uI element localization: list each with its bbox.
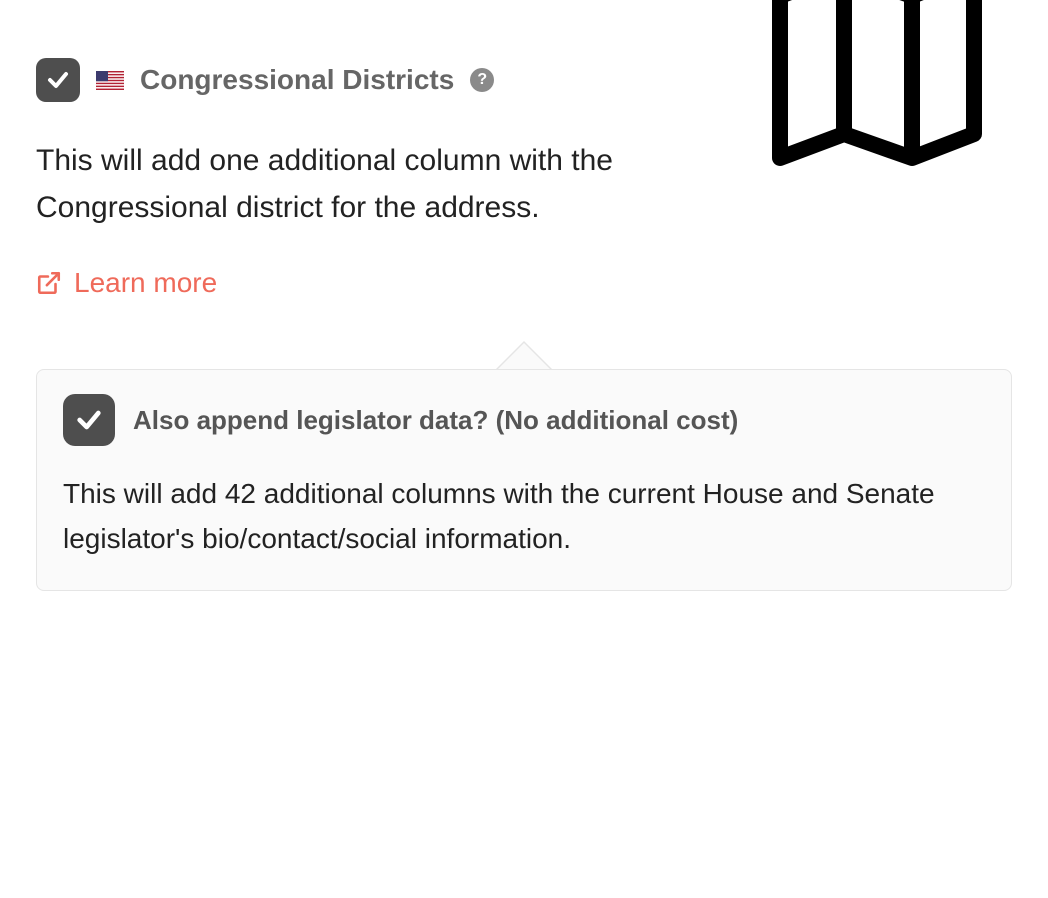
option-title: Congressional Districts bbox=[140, 64, 454, 96]
check-icon bbox=[75, 406, 103, 434]
congressional-districts-checkbox[interactable] bbox=[36, 58, 80, 102]
sub-option-title: Also append legislator data? (No additio… bbox=[133, 405, 738, 436]
help-icon[interactable]: ? bbox=[470, 68, 494, 92]
check-icon bbox=[46, 68, 70, 92]
map-icon bbox=[752, 0, 1002, 183]
sub-option-description: This will add 42 additional columns with… bbox=[63, 472, 985, 562]
sub-option-header: Also append legislator data? (No additio… bbox=[63, 394, 985, 446]
learn-more-link[interactable]: Learn more bbox=[36, 267, 217, 299]
us-flag-icon bbox=[96, 71, 124, 90]
legislator-data-checkbox[interactable] bbox=[63, 394, 115, 446]
sub-option-panel: Also append legislator data? (No additio… bbox=[36, 369, 1012, 591]
option-header: Congressional Districts ? bbox=[36, 58, 722, 102]
option-description: This will add one additional column with… bbox=[36, 138, 676, 231]
learn-more-label: Learn more bbox=[74, 267, 217, 299]
panel-arrow-icon bbox=[496, 341, 552, 369]
external-link-icon bbox=[36, 270, 62, 296]
